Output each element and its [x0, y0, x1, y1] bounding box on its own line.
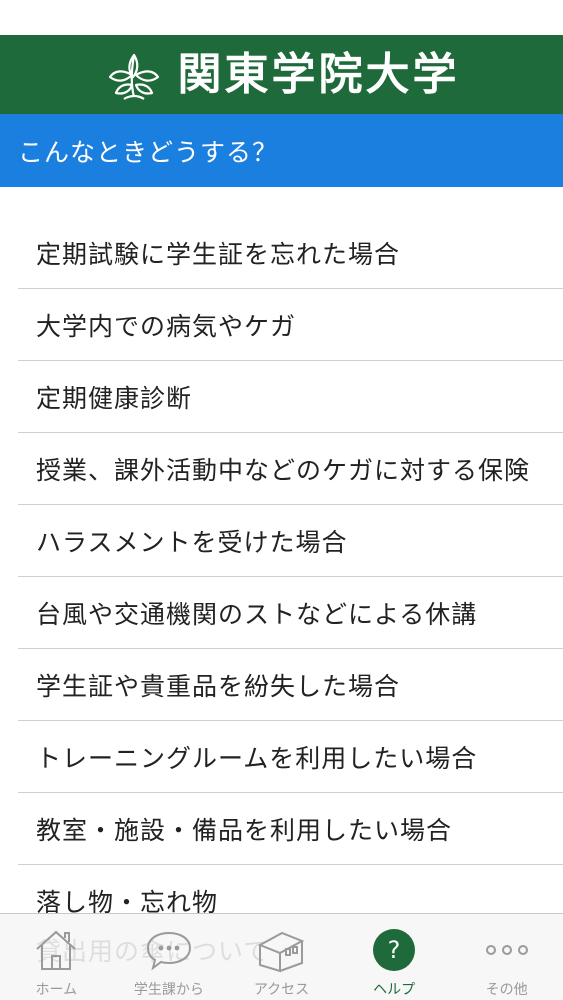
university-name: 関東学院大学 [177, 48, 460, 100]
tab-more[interactable]: その他 [450, 914, 563, 1000]
list-item[interactable]: 大学内での病気やケガ [18, 289, 563, 361]
olive-emblem-icon [108, 53, 159, 100]
tab-student-affairs[interactable]: 学生課から [113, 914, 226, 1000]
app-header: 関東学院大学 [0, 35, 563, 114]
chat-bubble-icon [146, 931, 191, 971]
list-item[interactable]: トレーニングルームを利用したい場合 [18, 721, 563, 793]
page-title-bar: こんなときどうする？ [0, 114, 563, 187]
list-item-label: 定期健康診断 [36, 383, 193, 413]
list-item-label: ハラスメントを受けた場合 [36, 527, 348, 557]
tab-more-label: その他 [485, 982, 528, 998]
list-item[interactable]: 定期健康診断 [18, 361, 563, 433]
tab-help-label: ヘルプ [373, 982, 416, 998]
tab-home[interactable]: ホーム [0, 914, 113, 1000]
list-item-label: 学生証や貴重品を紛失した場合 [36, 671, 401, 701]
tab-bar: 貸出用の傘について ホーム 学生課から アクセス ? ヘルプ その他 [0, 913, 563, 1000]
svg-text:?: ? [388, 936, 401, 964]
list-item[interactable]: 学生証や貴重品を紛失した場合 [18, 649, 563, 721]
tab-help[interactable]: ? ヘルプ [338, 914, 451, 1000]
list-item[interactable]: ハラスメントを受けた場合 [18, 505, 563, 577]
tab-home-label: ホーム [35, 982, 78, 998]
list-item-label: 授業、課外活動中などのケガに対する保険 [36, 455, 531, 485]
more-icon [485, 945, 528, 955]
list-item-label: 台風や交通機関のストなどによる休講 [36, 599, 478, 629]
university-logo: 関東学院大学 [104, 45, 460, 105]
list-item-label: 教室・施設・備品を利用したい場合 [36, 815, 453, 845]
tab-student-affairs-label: 学生課から [133, 982, 204, 998]
help-topic-list: 定期試験に学生証を忘れた場合 大学内での病気やケガ 定期健康診断 授業、課外活動… [0, 218, 563, 918]
list-item[interactable]: 落し物・忘れ物 [18, 865, 563, 918]
list-item-label: 大学内での病気やケガ [36, 311, 297, 341]
status-bar [0, 0, 563, 35]
list-item[interactable]: 授業、課外活動中などのケガに対する保険 [18, 433, 563, 505]
tab-access[interactable]: アクセス [225, 914, 338, 1000]
list-item[interactable]: 定期試験に学生証を忘れた場合 [18, 218, 563, 289]
home-icon [36, 930, 76, 970]
list-item[interactable]: 教室・施設・備品を利用したい場合 [18, 793, 563, 865]
tab-access-label: アクセス [253, 982, 310, 998]
list-item[interactable]: 台風や交通機関のストなどによる休講 [18, 577, 563, 649]
help-icon: ? [373, 929, 416, 971]
list-item-label: トレーニングルームを利用したい場合 [36, 743, 478, 773]
page-title: こんなときどうする？ [18, 137, 279, 167]
list-item-label: 定期試験に学生証を忘れた場合 [36, 240, 401, 269]
building-icon [258, 931, 305, 973]
